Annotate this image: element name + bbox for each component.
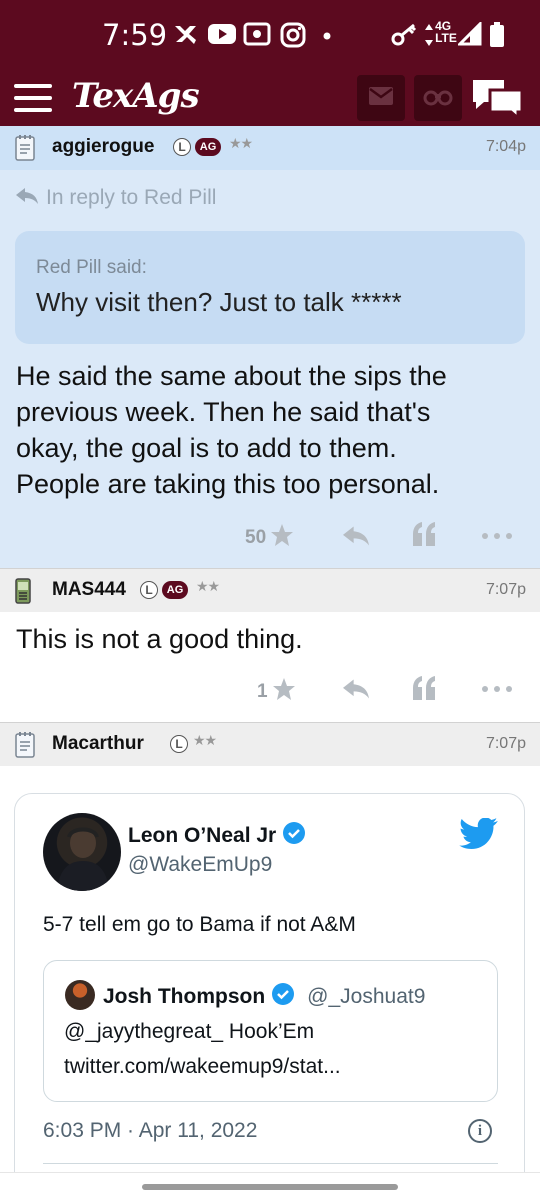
post-text: This is not a good thing. <box>16 621 526 657</box>
username[interactable]: MAS444 <box>52 579 126 601</box>
signal-icon <box>458 22 482 46</box>
tweet-avatar[interactable] <box>43 813 121 891</box>
tweet-author-name: Leon O’Neal Jr <box>128 824 277 847</box>
post-line: This is not a good thing. <box>16 624 303 654</box>
embedded-tweet[interactable]: Leon O’Neal Jr @WakeEmUp9 5-7 tell em go… <box>14 793 525 1200</box>
home-gesture-handle[interactable] <box>142 1184 398 1190</box>
badge-l: L <box>170 735 188 753</box>
notepad-icon <box>14 731 36 763</box>
like-count: 1 <box>257 681 268 702</box>
rank-stars: ★★ <box>193 733 217 749</box>
status-bar: 7:59 4G LTE <box>0 0 540 72</box>
reply-icon[interactable] <box>343 526 369 546</box>
badge-ag: AG <box>195 138 221 156</box>
verified-icon <box>271 982 295 1012</box>
youtube-icon <box>207 22 237 46</box>
quoted-author-name: Josh Thompson <box>103 985 266 1008</box>
post-time: 7:07p <box>485 735 526 752</box>
quote-icon[interactable] <box>411 676 437 700</box>
verified-icon <box>282 821 306 851</box>
more-icon[interactable] <box>482 533 512 539</box>
badge-l: L <box>140 581 158 599</box>
post-header: Macarthur L ★★ 7:07p <box>0 722 540 766</box>
post-line: He said the same about the sips the <box>16 361 447 391</box>
like-count: 50 <box>245 527 267 548</box>
tweet-author[interactable]: Leon O’Neal Jr <box>128 821 306 851</box>
tweet-date[interactable]: 6:03 PM · Apr 11, 2022 <box>43 1119 257 1143</box>
chat-icon[interactable] <box>470 76 526 122</box>
post-time: 7:07p <box>485 581 526 598</box>
quoted-tweet[interactable]: Josh Thompson @_Joshuat9 @_jayythegreat_… <box>43 960 498 1102</box>
info-icon[interactable]: i <box>468 1119 492 1143</box>
battery-icon <box>489 22 505 48</box>
star-icon <box>272 677 296 707</box>
post-line: previous week. Then he said that's <box>16 397 431 427</box>
site-logo[interactable]: TexAgs <box>72 76 200 116</box>
network-type: 4G LTE <box>435 19 457 45</box>
mail-button[interactable] <box>357 75 405 121</box>
star-icon <box>270 523 294 553</box>
tweet-handle[interactable]: @WakeEmUp9 <box>128 853 272 877</box>
username[interactable]: aggierogue <box>52 136 154 158</box>
mail-icon <box>368 86 394 110</box>
menu-icon[interactable] <box>14 84 52 114</box>
post-actions: 1 <box>0 669 540 709</box>
app-top-bar: 7:59 4G LTE TexAgs <box>0 0 540 133</box>
like-button[interactable]: 50 <box>245 523 294 553</box>
reply-icon[interactable] <box>343 679 369 699</box>
rank-stars: ★★ <box>229 136 253 152</box>
quote-box: Red Pill said: Why visit then? Just to t… <box>15 231 525 344</box>
username[interactable]: Macarthur <box>52 733 144 755</box>
site-header: TexAgs <box>0 72 540 133</box>
key-icon <box>390 22 418 48</box>
post-header: aggierogue L AG ★★ 7:04p <box>0 126 540 170</box>
rank-stars: ★★ <box>196 579 220 595</box>
notepad-icon <box>14 134 36 166</box>
binoculars-icon <box>423 86 453 110</box>
post-actions: 50 <box>0 516 540 556</box>
phone-icon <box>14 577 32 609</box>
reply-to-text: In reply to Red Pill <box>46 186 217 209</box>
reply-icon <box>16 186 38 210</box>
system-nav-bar <box>0 1172 540 1200</box>
twitter-bird-icon[interactable] <box>459 817 499 854</box>
watch-button[interactable] <box>414 75 462 121</box>
post-time: 7:04p <box>485 138 526 155</box>
instagram-icon <box>280 22 306 48</box>
badge-l: L <box>173 138 191 156</box>
tweet-divider <box>43 1163 498 1164</box>
data-arrows-icon <box>424 22 434 48</box>
like-button[interactable]: 1 <box>257 677 296 707</box>
bird-icon <box>172 22 200 48</box>
more-icon[interactable] <box>482 686 512 692</box>
quoted-avatar <box>65 980 95 1010</box>
dot-icon <box>323 32 331 40</box>
status-time: 7:59 <box>102 18 168 52</box>
quoted-handle: @_Joshuat9 <box>307 985 426 1008</box>
quote-icon[interactable] <box>411 522 437 546</box>
quoted-author: Josh Thompson @_Joshuat9 <box>103 982 425 1012</box>
tweet-text: 5-7 tell em go to Bama if not A&M <box>43 913 356 936</box>
reply-to-link[interactable]: In reply to Red Pill <box>16 186 216 210</box>
post-header: MAS444 L AG ★★ 7:07p <box>0 568 540 612</box>
post-text: He said the same about the sips the prev… <box>16 358 526 502</box>
quote-text: Why visit then? Just to talk ***** <box>36 287 402 317</box>
quote-author: Red Pill said: <box>36 257 147 278</box>
post-line: People are taking this too personal. <box>16 469 440 499</box>
quoted-text-line: @_jayythegreat_ Hook’Em <box>64 1020 315 1043</box>
radio-icon <box>243 22 271 46</box>
badge-ag: AG <box>162 581 188 599</box>
post-line: okay, the goal is to add to them. <box>16 433 397 463</box>
quoted-link[interactable]: twitter.com/wakeemup9/stat... <box>64 1055 341 1079</box>
